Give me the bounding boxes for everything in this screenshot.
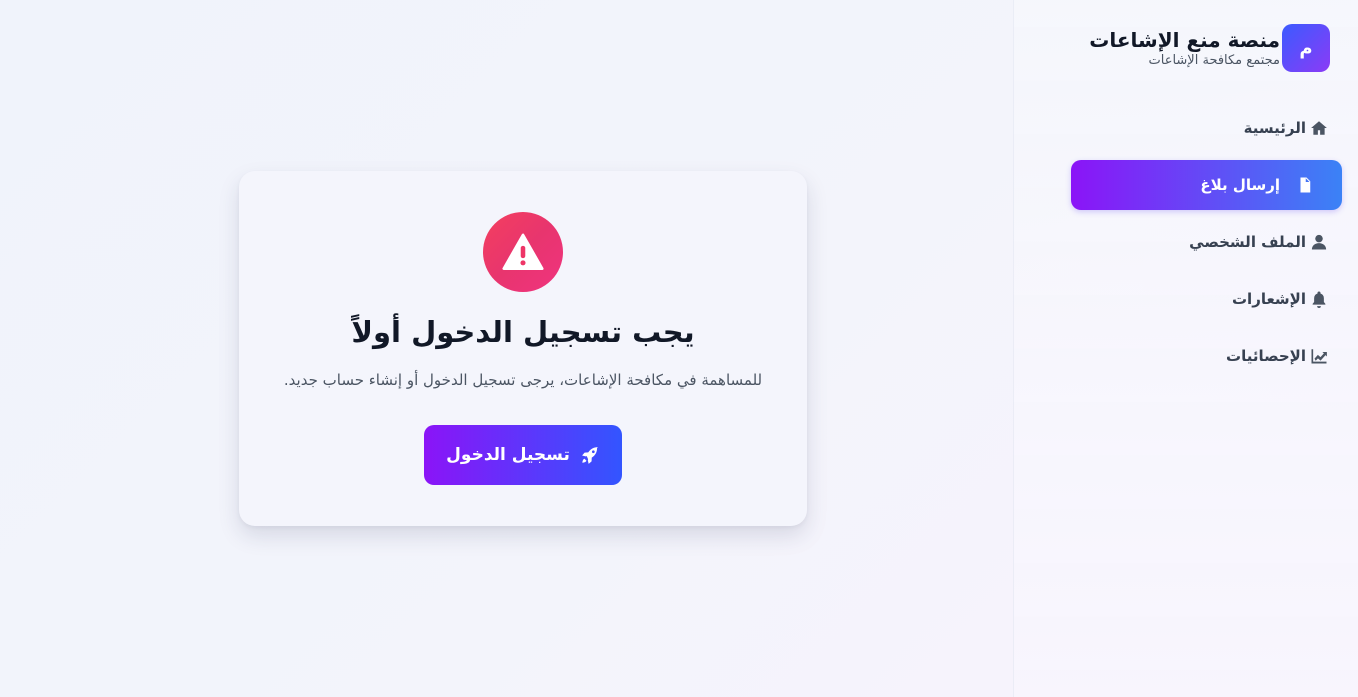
rocket-icon [580,445,600,465]
sidebar-item-home[interactable]: الرئيسية [1071,103,1342,153]
card-title: يجب تسجيل الدخول أولاً [351,315,695,349]
bell-icon [1308,288,1330,310]
card-description: للمساهمة في مكافحة الإشاعات، يرجى تسجيل … [283,371,763,389]
sidebar-item-notifications[interactable]: الإشعارات [1071,274,1342,324]
login-button[interactable]: تسجيل الدخول [424,425,622,485]
warning-icon [502,233,544,270]
document-icon [1294,174,1316,196]
sidebar: م منصة منع الإشاعات مجتمع مكافحة الإشاعا… [1013,0,1358,697]
sidebar-item-submit-report[interactable]: إرسال بلاغ [1071,160,1342,210]
brand-title: منصة منع الإشاعات [1089,28,1280,52]
chart-icon [1308,345,1330,367]
sidebar-item-statistics[interactable]: الإحصائيات [1071,331,1342,381]
brand-subtitle: مجتمع مكافحة الإشاعات [1148,53,1281,68]
sidebar-item-label: الرئيسية [1243,119,1306,137]
brand[interactable]: م منصة منع الإشاعات مجتمع مكافحة الإشاعا… [1087,24,1330,72]
warning-badge [483,212,563,292]
login-required-card: يجب تسجيل الدخول أولاً للمساهمة في مكافح… [239,171,807,526]
home-icon [1308,117,1330,139]
sidebar-nav: الرئيسية إرسال بلاغ الملف الشخصي الإشعار… [1071,103,1342,388]
user-icon [1308,231,1330,253]
brand-text: منصة منع الإشاعات مجتمع مكافحة الإشاعات [1087,27,1280,69]
login-button-label: تسجيل الدخول [446,445,570,465]
brand-logo: م [1282,24,1330,72]
sidebar-item-label: إرسال بلاغ [1200,176,1280,194]
sidebar-item-label: الإشعارات [1231,290,1306,308]
sidebar-item-label: الملف الشخصي [1189,233,1306,251]
sidebar-item-profile[interactable]: الملف الشخصي [1071,217,1342,267]
sidebar-item-label: الإحصائيات [1226,347,1306,365]
